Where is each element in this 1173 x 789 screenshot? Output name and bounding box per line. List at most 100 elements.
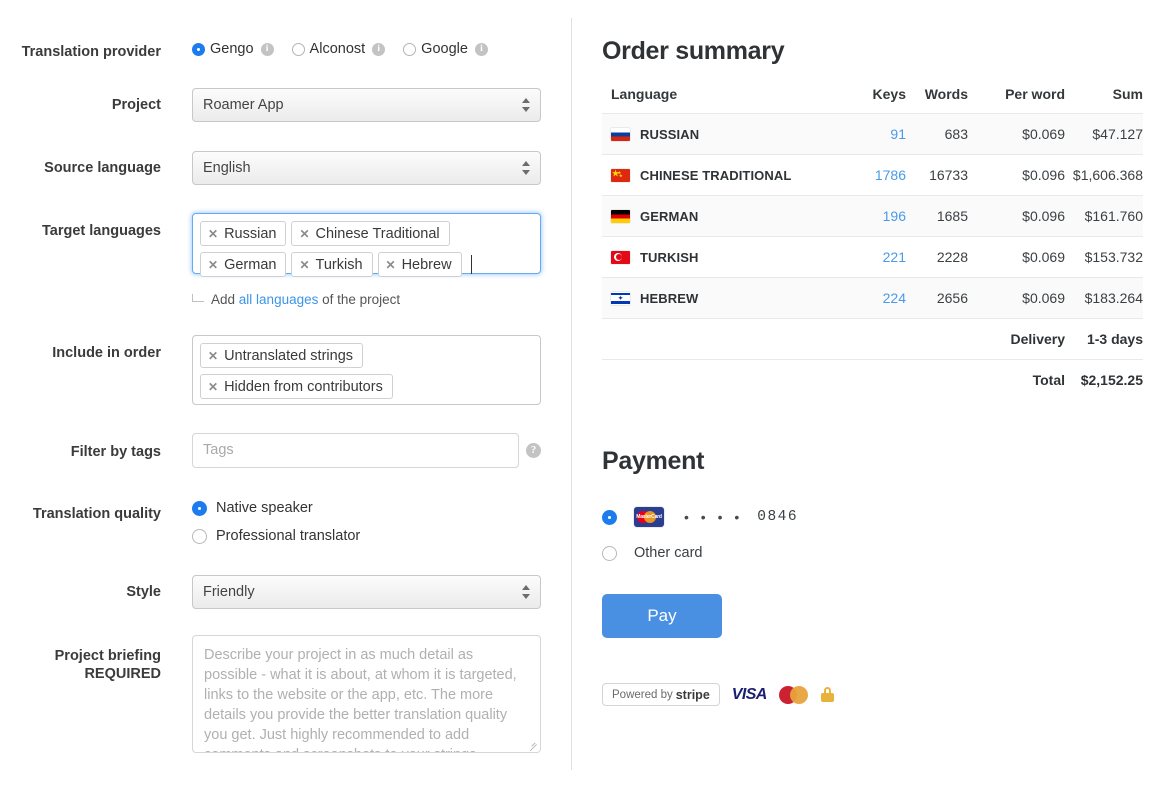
table-row: ★★★CHINESE TRADITIONAL 1786 16733 $0.096…: [602, 155, 1143, 196]
radio-provider-gengo[interactable]: [192, 43, 205, 56]
table-row: TURKISH 221 2228 $0.069 $153.732: [602, 237, 1143, 278]
col-keys: Keys: [847, 86, 906, 114]
row-language-hebrew: ✦HEBREW: [602, 278, 847, 319]
delivery-row: Delivery 1-3 days: [602, 319, 1143, 360]
quality-option-professional-translator[interactable]: Professional translator: [192, 528, 360, 544]
project-select-value: Roamer App: [203, 97, 284, 113]
total-value: $2,152.25: [1065, 360, 1143, 401]
row-words: 2228: [906, 237, 968, 278]
chip-target-german[interactable]: ✕German: [200, 252, 286, 277]
chip-target-hebrew[interactable]: ✕Hebrew: [378, 252, 462, 277]
remove-icon[interactable]: ✕: [208, 349, 218, 363]
delivery-value: 1-3 days: [1065, 319, 1143, 360]
radio-other-card[interactable]: [602, 546, 617, 561]
flag-icon-turkey: [611, 251, 630, 264]
row-per-word: $0.069: [968, 237, 1065, 278]
row-sum: $153.732: [1065, 237, 1143, 278]
table-row: GERMAN 196 1685 $0.096 $161.760: [602, 196, 1143, 237]
row-keys[interactable]: 91: [847, 114, 906, 155]
remove-icon[interactable]: ✕: [299, 227, 309, 241]
project-briefing-title: Project briefing: [0, 647, 161, 665]
stripe-badge: Powered bystripe: [602, 683, 720, 706]
chip-target-turkish[interactable]: ✕Turkish: [291, 252, 372, 277]
row-keys[interactable]: 1786: [847, 155, 906, 196]
project-select[interactable]: Roamer App: [192, 88, 541, 122]
add-all-languages-row: Add all languages of the project: [192, 292, 400, 307]
radio-native-speaker[interactable]: [192, 501, 207, 516]
row-words: 2656: [906, 278, 968, 319]
provider-alconost-label: Alconost: [310, 41, 366, 57]
row-per-word: $0.096: [968, 196, 1065, 237]
other-card-label: Other card: [634, 545, 703, 561]
chevron-updown-icon: [522, 158, 531, 178]
remove-icon[interactable]: ✕: [208, 227, 218, 241]
target-languages-input[interactable]: ✕Russian ✕Chinese Traditional ✕German ✕T…: [192, 213, 541, 274]
chip-target-chinese-traditional[interactable]: ✕Chinese Traditional: [291, 221, 449, 246]
help-icon-tags[interactable]: ?: [526, 443, 541, 458]
col-words: Words: [906, 86, 968, 114]
radio-saved-card[interactable]: [602, 510, 617, 525]
row-sum: $47.127: [1065, 114, 1143, 155]
project-briefing-textarea[interactable]: Describe your project in as much detail …: [192, 635, 541, 753]
source-language-value: English: [203, 160, 251, 176]
label-translation-provider: Translation provider: [0, 43, 161, 61]
col-language: Language: [602, 86, 847, 114]
provider-radio-group: Gengo i Alconost i Google i: [192, 41, 488, 57]
resize-handle-icon[interactable]: [528, 740, 538, 750]
filter-by-tags-wrap: Tags: [192, 433, 519, 468]
info-icon-gengo[interactable]: i: [261, 43, 274, 56]
style-select[interactable]: Friendly: [192, 575, 541, 609]
card-last4: 0846: [757, 509, 798, 525]
row-language-chinese-traditional: ★★★CHINESE TRADITIONAL: [602, 155, 847, 196]
quality-native-speaker-label: Native speaker: [216, 500, 313, 516]
payment-option-saved-card[interactable]: MasterCard • • • • 0846: [602, 507, 798, 527]
source-language-select[interactable]: English: [192, 151, 541, 185]
quality-option-native-speaker[interactable]: Native speaker: [192, 500, 360, 516]
text-cursor: [471, 255, 472, 274]
lock-icon: [821, 687, 834, 702]
row-per-word: $0.096: [968, 155, 1065, 196]
info-icon-google[interactable]: i: [475, 43, 488, 56]
pay-button[interactable]: Pay: [602, 594, 722, 638]
row-keys[interactable]: 221: [847, 237, 906, 278]
label-target-languages: Target languages: [0, 222, 161, 240]
chip-target-russian[interactable]: ✕Russian: [200, 221, 286, 246]
chip-include-hidden-from-contributors[interactable]: ✕Hidden from contributors: [200, 374, 393, 399]
radio-provider-google[interactable]: [403, 43, 416, 56]
row-words: 683: [906, 114, 968, 155]
radio-professional-translator[interactable]: [192, 529, 207, 544]
total-label: Total: [968, 360, 1065, 401]
include-in-order-input[interactable]: ✕Untranslated strings ✕Hidden from contr…: [192, 335, 541, 405]
row-sum: $183.264: [1065, 278, 1143, 319]
label-source-language: Source language: [0, 159, 161, 177]
chip-include-untranslated-strings[interactable]: ✕Untranslated strings: [200, 343, 363, 368]
add-all-languages-link[interactable]: all languages: [239, 292, 319, 307]
add-prefix: Add: [211, 292, 235, 307]
row-language-turkish: TURKISH: [602, 237, 847, 278]
remove-icon[interactable]: ✕: [208, 258, 218, 272]
row-keys[interactable]: 224: [847, 278, 906, 319]
payment-option-other-card[interactable]: Other card: [602, 545, 703, 561]
payment-title: Payment: [602, 447, 704, 476]
row-keys[interactable]: 196: [847, 196, 906, 237]
quality-professional-translator-label: Professional translator: [216, 528, 360, 544]
order-summary-table-wrap: Language Keys Words Per word Sum RUSSIAN…: [602, 86, 1143, 400]
info-icon-alconost[interactable]: i: [372, 43, 385, 56]
remove-icon[interactable]: ✕: [208, 380, 218, 394]
mastercard-wordmark: MasterCard: [634, 514, 664, 520]
project-select-wrap: Roamer App: [192, 88, 541, 122]
table-header-row: Language Keys Words Per word Sum: [602, 86, 1143, 114]
visa-icon: VISA: [732, 686, 767, 704]
remove-icon[interactable]: ✕: [299, 258, 309, 272]
radio-provider-alconost[interactable]: [292, 43, 305, 56]
project-briefing-wrap: Describe your project in as much detail …: [192, 635, 541, 753]
label-project-briefing: Project briefing REQUIRED: [0, 647, 161, 683]
tags-input[interactable]: Tags: [192, 433, 519, 468]
flag-icon-israel: ✦: [611, 292, 630, 305]
delivery-label: Delivery: [968, 319, 1065, 360]
remove-icon[interactable]: ✕: [386, 258, 396, 272]
chevron-updown-icon: [522, 95, 531, 115]
target-languages-wrap: ✕Russian ✕Chinese Traditional ✕German ✕T…: [192, 213, 541, 274]
label-project: Project: [0, 96, 161, 114]
project-briefing-required: REQUIRED: [0, 665, 161, 683]
